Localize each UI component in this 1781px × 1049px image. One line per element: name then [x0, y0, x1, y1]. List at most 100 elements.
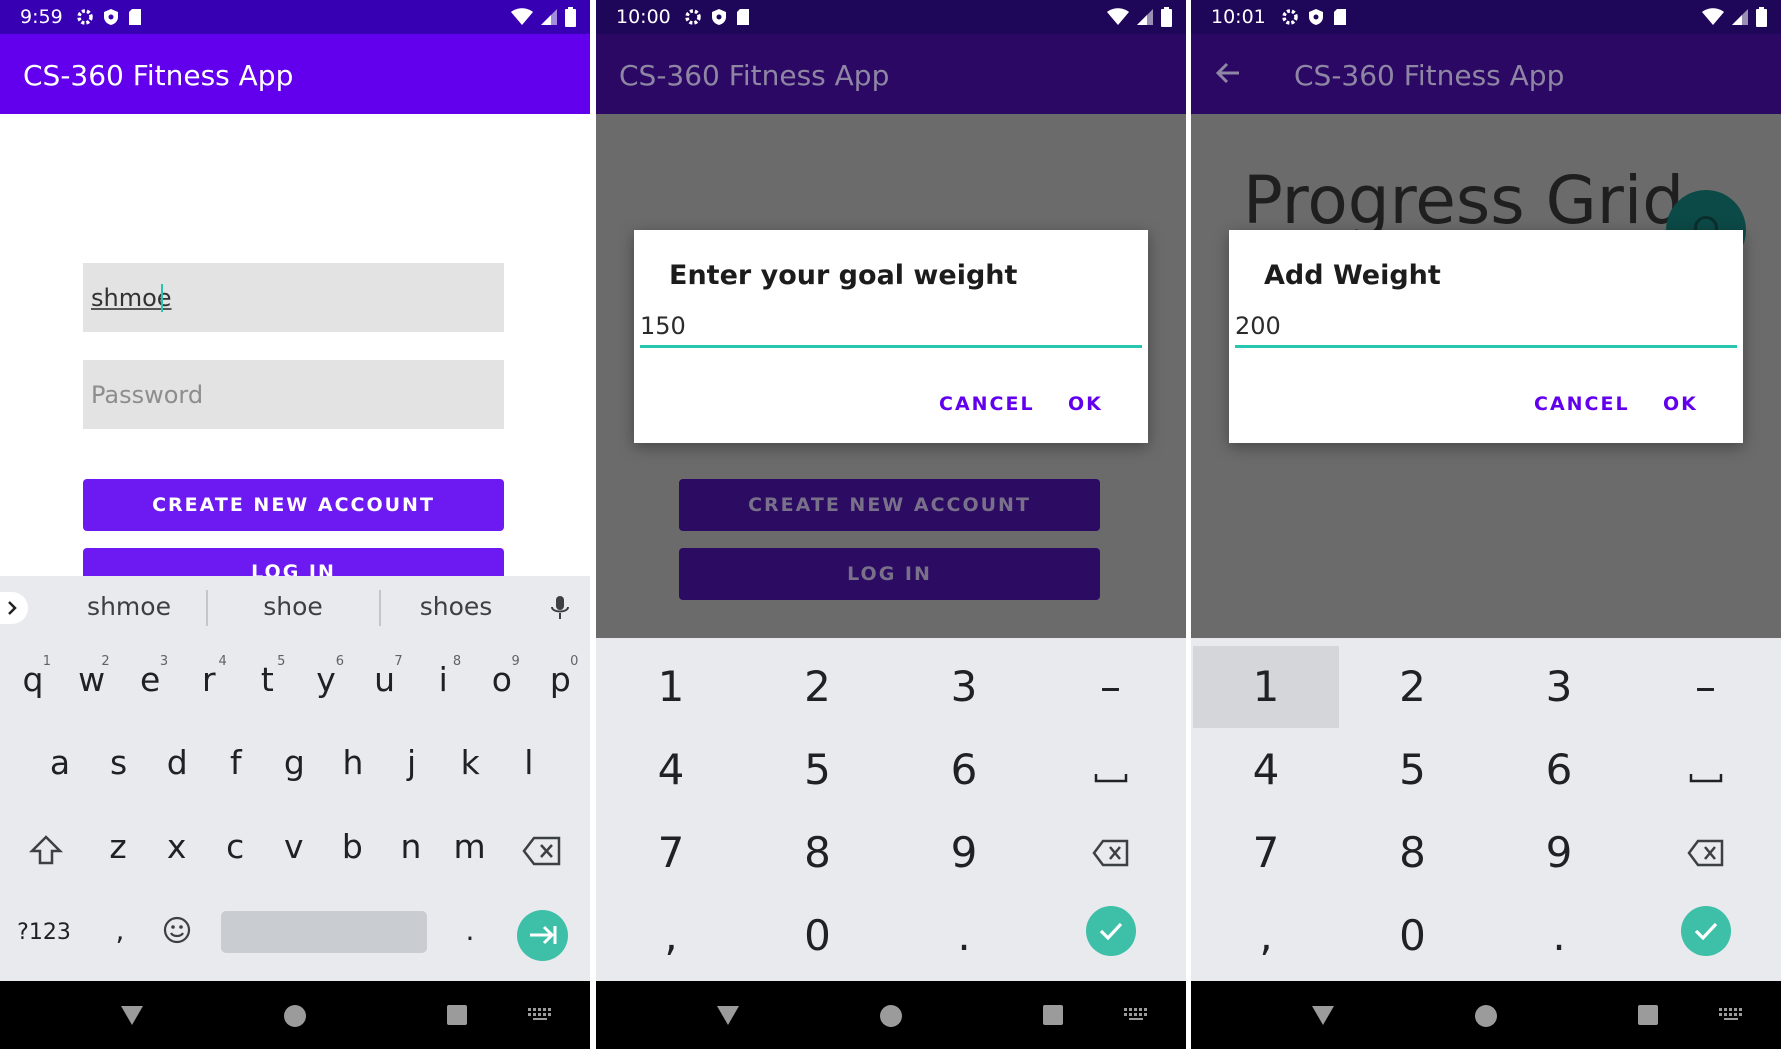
numpad-key-5[interactable]: 5	[745, 729, 891, 811]
mic-icon[interactable]	[549, 594, 571, 622]
numpad-key-space[interactable]	[1038, 729, 1184, 811]
key-v[interactable]: v	[274, 827, 314, 866]
suggestion-1[interactable]: shmoe	[59, 592, 199, 621]
nav-back-icon[interactable]	[1310, 1003, 1336, 1027]
back-arrow-icon[interactable]	[1215, 61, 1241, 85]
key-x[interactable]: x	[157, 827, 197, 866]
key-n[interactable]: n	[391, 827, 431, 866]
key-w[interactable]: w2	[72, 654, 112, 699]
numpad-key-space[interactable]	[1633, 729, 1779, 811]
numpad-key-1[interactable]: 1	[598, 646, 744, 728]
numpad-key-0[interactable]: 0	[1340, 895, 1486, 977]
key-h[interactable]: h	[333, 743, 373, 782]
space-key[interactable]	[221, 911, 427, 953]
key-c[interactable]: c	[215, 827, 255, 866]
numpad-key-7[interactable]: 7	[1193, 812, 1339, 894]
key-number-hint: 9	[511, 654, 520, 669]
nav-recents-icon[interactable]	[1043, 1005, 1063, 1025]
key-y[interactable]: y6	[306, 654, 346, 699]
numpad-key-backspace[interactable]	[1038, 812, 1184, 894]
numpad-key-minus[interactable]: –	[1633, 646, 1779, 728]
numpad-key-4[interactable]: 4	[1193, 729, 1339, 811]
numpad-key-8[interactable]: 8	[1340, 812, 1486, 894]
numpad-key-8[interactable]: 8	[745, 812, 891, 894]
expand-suggestions-button[interactable]	[0, 592, 28, 624]
numpad-key-2[interactable]: 2	[745, 646, 891, 728]
cancel-button[interactable]: CANCEL	[1534, 393, 1630, 415]
enter-key[interactable]	[517, 910, 568, 961]
numpad-key-6[interactable]: 6	[891, 729, 1037, 811]
key-e[interactable]: e3	[130, 654, 170, 699]
key-letter: t	[260, 660, 274, 699]
nav-home-icon[interactable]	[880, 1005, 902, 1027]
ok-button[interactable]: OK	[1068, 393, 1103, 415]
key-s[interactable]: s	[99, 743, 139, 782]
cancel-button[interactable]: CANCEL	[939, 393, 1035, 415]
key-q[interactable]: q1	[13, 654, 53, 699]
numpad-key-5[interactable]: 5	[1340, 729, 1486, 811]
login-button[interactable]: LOG IN	[83, 548, 504, 576]
key-z[interactable]: z	[98, 827, 138, 866]
key-g[interactable]: g	[274, 743, 314, 782]
shift-icon[interactable]	[29, 833, 63, 867]
key-a[interactable]: a	[40, 743, 80, 782]
numpad-key-9[interactable]: 9	[891, 812, 1037, 894]
numpad-key-2[interactable]: 2	[1340, 646, 1486, 728]
nav-recents-icon[interactable]	[447, 1005, 467, 1025]
goal-weight-value: 150	[640, 312, 686, 340]
key-d[interactable]: d	[157, 743, 197, 782]
key-i[interactable]: i8	[423, 654, 463, 699]
nav-home-icon[interactable]	[284, 1005, 306, 1027]
numpad-key-6[interactable]: 6	[1486, 729, 1632, 811]
weight-input[interactable]: 200	[1235, 312, 1737, 348]
numpad-key-comma[interactable]: ,	[1193, 895, 1339, 977]
key-u[interactable]: u7	[365, 654, 405, 699]
key-b[interactable]: b	[332, 827, 372, 866]
suggestion-2[interactable]: shoe	[223, 592, 363, 621]
emoji-icon[interactable]	[162, 915, 192, 945]
done-key[interactable]	[1086, 906, 1136, 956]
key-p[interactable]: p0	[540, 654, 580, 699]
key-k[interactable]: k	[450, 743, 490, 782]
keyboard-switch-icon[interactable]	[1123, 1006, 1149, 1022]
done-key[interactable]	[1681, 906, 1731, 956]
key-j[interactable]: j	[392, 743, 432, 782]
symbols-key[interactable]: ?123	[14, 920, 74, 945]
nav-back-icon[interactable]	[119, 1003, 145, 1027]
numpad-key-3[interactable]: 3	[1486, 646, 1632, 728]
nav-recents-icon[interactable]	[1638, 1005, 1658, 1025]
nav-home-icon[interactable]	[1475, 1005, 1497, 1027]
numpad-key-minus[interactable]: –	[1038, 646, 1184, 728]
numpad-key-period[interactable]: .	[891, 895, 1037, 977]
suggestion-divider	[206, 590, 208, 626]
numpad-key-period[interactable]: .	[1486, 895, 1632, 977]
numpad-key-7[interactable]: 7	[598, 812, 744, 894]
nav-back-icon[interactable]	[715, 1003, 741, 1027]
numpad-key-0[interactable]: 0	[745, 895, 891, 977]
numpad-key-backspace[interactable]	[1633, 812, 1779, 894]
key-r[interactable]: r4	[189, 654, 229, 699]
key-t[interactable]: t5	[247, 654, 287, 699]
key-l[interactable]: l	[509, 743, 549, 782]
period-key[interactable]: .	[450, 914, 490, 947]
create-account-button[interactable]: CREATE NEW ACCOUNT	[83, 479, 504, 531]
suggestion-3[interactable]: shoes	[386, 592, 526, 621]
numpad-key-9[interactable]: 9	[1486, 812, 1632, 894]
key-m[interactable]: m	[450, 827, 490, 866]
backspace-icon[interactable]	[522, 836, 562, 866]
key-o[interactable]: o9	[482, 654, 522, 699]
keyboard-switch-icon[interactable]	[527, 1006, 553, 1022]
numpad-key-3[interactable]: 3	[891, 646, 1037, 728]
key-f[interactable]: f	[216, 743, 256, 782]
key-number-hint: 5	[277, 654, 286, 669]
numpad-key-4[interactable]: 4	[598, 729, 744, 811]
goal-weight-input[interactable]: 150	[640, 312, 1142, 348]
battery-icon	[1756, 7, 1767, 27]
numpad-key-comma[interactable]: ,	[598, 895, 744, 977]
username-field[interactable]: shmoe	[83, 263, 504, 332]
password-field[interactable]: Password	[83, 360, 504, 429]
ok-button[interactable]: OK	[1663, 393, 1698, 415]
numpad-key-1[interactable]: 1	[1193, 646, 1339, 728]
comma-key[interactable]: ,	[100, 914, 140, 947]
keyboard-switch-icon[interactable]	[1718, 1006, 1744, 1022]
